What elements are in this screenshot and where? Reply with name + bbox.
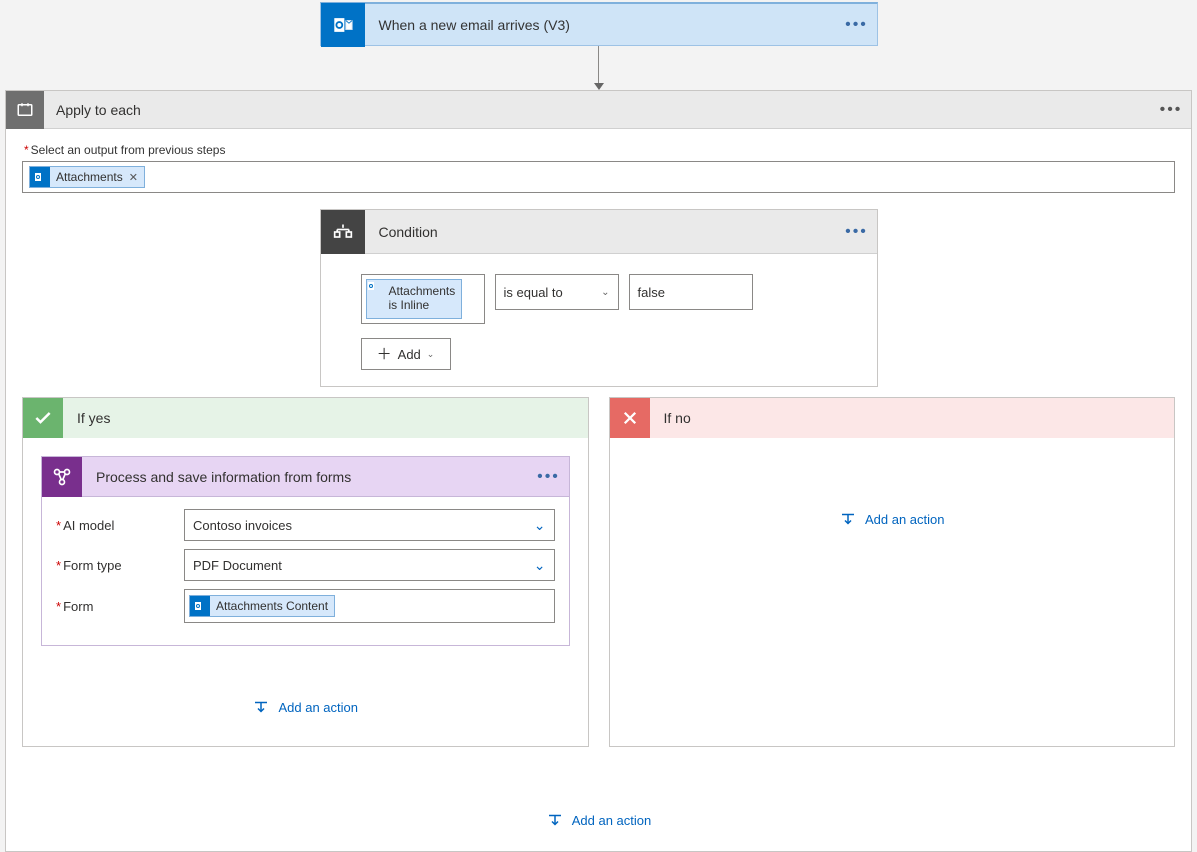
connector-arrow [0,46,1197,90]
attachments-token[interactable]: Attachments ✕ [29,166,145,188]
condition-icon [321,210,365,254]
apply-to-each-title: Apply to each [44,102,1151,118]
chevron-down-icon: ⌄ [534,557,546,574]
add-action-no-button[interactable]: Add an action [628,510,1157,528]
check-icon [23,398,63,438]
ai-model-dropdown[interactable]: Contoso invoices ⌄ [184,509,555,541]
action-menu-button[interactable]: ••• [529,468,569,486]
if-yes-title: If yes [63,410,110,426]
loop-icon [6,91,44,129]
chevron-down-icon: ⌄ [534,517,546,534]
condition-header[interactable]: Condition ••• [321,210,877,254]
add-action-label: Add an action [572,813,652,828]
outlook-icon [30,167,50,187]
chevron-down-icon: ⌄ [427,349,435,360]
output-token-field[interactable]: Attachments ✕ [22,161,1175,193]
close-icon [610,398,650,438]
ai-model-label: *AI model [56,518,184,533]
apply-to-each-container: Apply to each ••• *Select an output from… [5,90,1192,852]
insert-action-icon [252,698,270,716]
apply-to-each-header[interactable]: Apply to each ••• [6,91,1191,129]
apply-to-each-menu-button[interactable]: ••• [1151,101,1191,119]
trigger-title: When a new email arrives (V3) [365,17,837,33]
ai-builder-icon [42,457,82,497]
condition-operator-dropdown[interactable]: is equal to ⌄ [495,274,619,310]
trigger-card[interactable]: When a new email arrives (V3) ••• [320,2,878,46]
add-action-label: Add an action [865,512,945,527]
if-no-header[interactable]: If no [610,398,1175,438]
token-label: Attachmentsis Inline [389,280,462,312]
condition-card: Condition ••• Attachmen [320,209,878,387]
token-remove-button[interactable]: ✕ [129,171,138,184]
if-no-title: If no [650,410,691,426]
add-action-yes-button[interactable]: Add an action [41,698,570,716]
add-label: Add [398,347,421,362]
form-type-dropdown[interactable]: PDF Document ⌄ [184,549,555,581]
chevron-down-icon: ⌄ [601,287,609,298]
outlook-icon [190,596,210,616]
add-action-label: Add an action [278,700,358,715]
plus-icon: ＋ [377,347,392,362]
action-title: Process and save information from forms [82,469,529,485]
condition-value: false [638,285,665,300]
token-label: Attachments [56,170,123,184]
insert-action-icon [546,811,564,829]
operator-value: is equal to [504,285,563,300]
process-forms-action: Process and save information from forms … [41,456,570,646]
attachments-content-token[interactable]: Attachments Content [189,595,335,617]
form-type-label: *Form type [56,558,184,573]
output-label: *Select an output from previous steps [24,143,1173,157]
outlook-icon [367,280,389,320]
insert-action-icon [839,510,857,528]
process-forms-header[interactable]: Process and save information from forms … [42,457,569,497]
add-action-loop-button[interactable]: Add an action [22,811,1175,829]
outlook-icon [321,3,365,47]
trigger-menu-button[interactable]: ••• [837,16,877,34]
ai-model-value: Contoso invoices [193,518,292,533]
form-label: *Form [56,599,184,614]
if-no-branch: If no Add an action [609,397,1176,747]
condition-menu-button[interactable]: ••• [837,223,877,241]
condition-add-button[interactable]: ＋ Add ⌄ [361,338,451,370]
condition-title: Condition [365,224,837,240]
token-label: Attachments Content [216,599,328,613]
form-type-value: PDF Document [193,558,282,573]
condition-value-input[interactable]: false [629,274,753,310]
form-token-field[interactable]: Attachments Content [184,589,555,623]
if-yes-header[interactable]: If yes [23,398,588,438]
condition-left-operand[interactable]: Attachmentsis Inline [361,274,485,324]
if-yes-branch: If yes Process and save information from… [22,397,589,747]
